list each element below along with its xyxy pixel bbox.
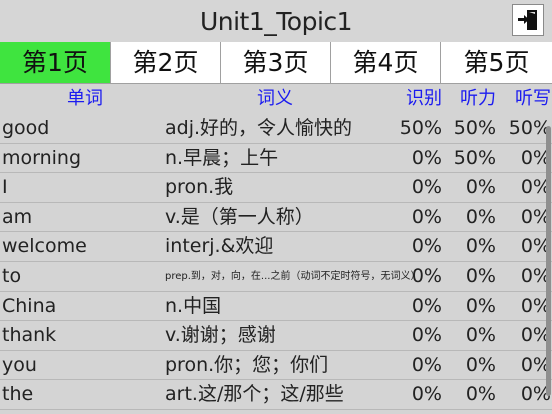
writing-percent: 0% xyxy=(520,265,551,287)
column-header-word[interactable]: 单词 xyxy=(0,84,170,114)
word-cell: am xyxy=(2,205,33,228)
listening-percent: 0% xyxy=(465,353,496,376)
table-header: 单词 词义 识别 听力 听写 xyxy=(0,84,552,114)
word-cell: I xyxy=(2,176,8,199)
word-cell: thank xyxy=(2,324,57,347)
table-row[interactable]: China n.中国 0% 0% 0% xyxy=(0,292,552,322)
word-cell: the xyxy=(2,383,34,406)
writing-percent: 0% xyxy=(520,353,551,376)
listening-percent: 50% xyxy=(453,117,496,139)
writing-percent: 0% xyxy=(520,176,551,199)
word-cell: morning xyxy=(2,146,82,169)
definition-cell: interj.&欢迎 xyxy=(165,235,274,258)
word-cell: welcome xyxy=(2,235,87,258)
definition-cell: n.中国 xyxy=(165,294,222,317)
recognize-percent: 0% xyxy=(411,205,442,228)
listening-percent: 50% xyxy=(453,146,496,169)
page-tabs: 第1页 第2页 第3页 第4页 第5页 xyxy=(0,42,552,84)
recognize-percent: 0% xyxy=(411,353,442,376)
table-row[interactable]: welcome interj.&欢迎 0% 0% 0% xyxy=(0,232,552,262)
exit-door-icon xyxy=(518,10,537,30)
listening-percent: 0% xyxy=(465,294,496,317)
definition-cell: adj.好的，令人愉快的 xyxy=(165,117,353,139)
scrollbar[interactable] xyxy=(546,126,551,396)
listening-percent: 0% xyxy=(465,235,496,258)
writing-percent: 0% xyxy=(520,324,551,347)
recognize-percent: 0% xyxy=(411,294,442,317)
definition-cell: pron.我 xyxy=(165,176,234,199)
tab-page-5[interactable]: 第5页 xyxy=(441,42,552,84)
definition-cell: art.这/那个；这/那些 xyxy=(165,383,344,406)
listening-percent: 0% xyxy=(465,205,496,228)
writing-percent: 0% xyxy=(520,294,551,317)
recognize-percent: 0% xyxy=(411,383,442,406)
word-cell: good xyxy=(2,117,50,139)
tab-page-1[interactable]: 第1页 xyxy=(0,42,111,84)
definition-cell: prep.到，对，向，在...之前（动词不定时符号，无词义） xyxy=(165,271,421,282)
listening-percent: 0% xyxy=(465,176,496,199)
title-bar: Unit1_Topic1 xyxy=(0,0,552,43)
recognize-percent: 0% xyxy=(411,146,442,169)
table-row[interactable]: good adj.好的，令人愉快的 50% 50% 50% xyxy=(0,114,552,144)
recognize-percent: 50% xyxy=(399,117,442,139)
recognize-percent: 0% xyxy=(411,324,442,347)
table-row[interactable]: you pron.你；您；你们 0% 0% 0% xyxy=(0,351,552,381)
tab-page-2[interactable]: 第2页 xyxy=(111,42,221,84)
listening-percent: 0% xyxy=(465,265,496,287)
word-cell: you xyxy=(2,353,37,376)
definition-cell: n.早晨；上午 xyxy=(165,146,279,169)
table-row[interactable]: am v.是（第一人称） 0% 0% 0% xyxy=(0,203,552,233)
page-title: Unit1_Topic1 xyxy=(199,7,353,36)
exit-button[interactable] xyxy=(512,4,544,36)
recognize-percent: 0% xyxy=(411,265,442,287)
definition-cell: pron.你；您；你们 xyxy=(165,353,329,376)
word-cell: to xyxy=(2,265,22,287)
table-row[interactable]: the art.这/那个；这/那些 0% 0% 0% xyxy=(0,380,552,410)
writing-percent: 0% xyxy=(520,205,551,228)
writing-percent: 0% xyxy=(520,383,551,406)
recognize-percent: 0% xyxy=(411,235,442,258)
tab-page-3[interactable]: 第3页 xyxy=(221,42,331,84)
tab-page-4[interactable]: 第4页 xyxy=(331,42,441,84)
writing-percent: 0% xyxy=(520,235,551,258)
writing-percent: 0% xyxy=(520,146,551,169)
column-header-listening[interactable]: 听力 xyxy=(446,84,496,114)
table-row[interactable]: morning n.早晨；上午 0% 50% 0% xyxy=(0,144,552,174)
column-header-recognize[interactable]: 识别 xyxy=(386,84,442,114)
table-row[interactable]: thank v.谢谢；感谢 0% 0% 0% xyxy=(0,321,552,351)
column-header-writing[interactable]: 听写 xyxy=(500,84,551,114)
recognize-percent: 0% xyxy=(411,176,442,199)
listening-percent: 0% xyxy=(465,324,496,347)
writing-percent: 50% xyxy=(508,117,551,139)
column-header-definition[interactable]: 词义 xyxy=(170,84,380,114)
table-row[interactable]: to prep.到，对，向，在...之前（动词不定时符号，无词义） 0% 0% 0% xyxy=(0,262,552,292)
definition-cell: v.谢谢；感谢 xyxy=(165,324,276,347)
definition-cell: v.是（第一人称） xyxy=(165,205,314,228)
word-cell: China xyxy=(2,294,57,317)
listening-percent: 0% xyxy=(465,383,496,406)
table-row[interactable]: Ipron.我 0% 0% 0% xyxy=(0,173,552,203)
